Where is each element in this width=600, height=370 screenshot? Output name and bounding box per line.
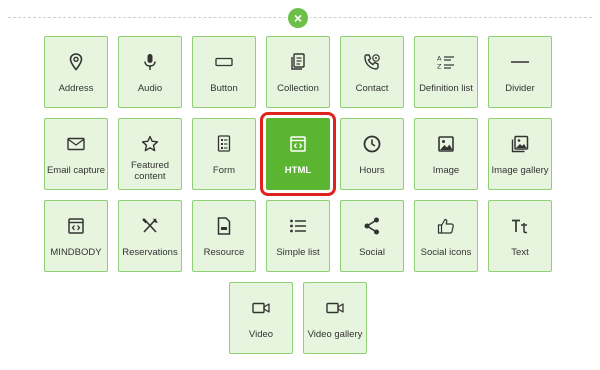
definition-list-icon: AZ (437, 51, 455, 73)
thumbs-up-icon (437, 215, 455, 237)
image-icon (438, 133, 454, 155)
tile-label: Email capture (46, 165, 106, 176)
fork-knife-icon (141, 215, 159, 237)
form-icon (217, 133, 231, 155)
tile-label: Button (210, 83, 238, 94)
tile-html[interactable]: HTML (260, 112, 336, 196)
tile-image-gallery[interactable]: Image gallery (488, 118, 552, 190)
clock-icon (363, 133, 381, 155)
tile-form[interactable]: Form (192, 118, 256, 190)
svg-text:Z: Z (437, 63, 442, 71)
tile-label: Image (432, 165, 460, 176)
tile-label: Video gallery (307, 329, 363, 340)
envelope-icon (67, 133, 85, 155)
tile-label: Reservations (122, 247, 178, 258)
tile-label: Form (212, 165, 236, 176)
tile-featured-content[interactable]: Featured content (118, 118, 182, 190)
tile-label: Social (359, 247, 385, 258)
tile-mindbody[interactable]: MINDBODY (44, 200, 108, 272)
tile-divider[interactable]: Divider (488, 36, 552, 108)
tile-label: Address (58, 83, 94, 94)
svg-text:A: A (437, 55, 442, 63)
tile-resource[interactable]: Resource (192, 200, 256, 272)
share-icon (364, 215, 380, 237)
tile-contact[interactable]: Contact (340, 36, 404, 108)
tile-audio[interactable]: Audio (118, 36, 182, 108)
phone-contact-icon (363, 51, 381, 73)
bulleted-list-icon (289, 215, 307, 237)
tile-label: Featured content (130, 160, 170, 182)
element-picker-grid: Address Audio Button Collection Contact … (0, 0, 600, 370)
tile-label: Hours (359, 165, 385, 176)
button-icon (215, 51, 233, 73)
tile-label: Video (248, 329, 274, 340)
tile-hours[interactable]: Hours (340, 118, 404, 190)
map-pin-icon (69, 51, 83, 73)
tile-text[interactable]: Text (488, 200, 552, 272)
tile-reservations[interactable]: Reservations (118, 200, 182, 272)
code-window-icon (68, 215, 84, 237)
image-gallery-icon (511, 133, 529, 155)
tile-label: Definition list (419, 83, 473, 94)
tile-label: Audio (137, 83, 163, 94)
tile-collection[interactable]: Collection (266, 36, 330, 108)
tile-label: Simple list (276, 247, 320, 258)
tile-label: Contact (355, 83, 389, 94)
document-icon (217, 215, 231, 237)
tile-label: Divider (505, 83, 535, 94)
tile-label: Resource (203, 247, 245, 258)
tile-email-capture[interactable]: Email capture (44, 118, 108, 190)
tile-video[interactable]: Video (229, 282, 293, 354)
tile-simple-list[interactable]: Simple list (266, 200, 330, 272)
tile-label: Social icons (420, 247, 472, 258)
tile-label: Collection (277, 83, 319, 94)
star-icon (141, 133, 159, 155)
code-window-icon (290, 133, 306, 155)
video-camera-icon (326, 297, 344, 319)
tile-video-gallery[interactable]: Video gallery (303, 282, 367, 354)
tile-label: Image gallery (491, 165, 549, 176)
collection-icon (290, 51, 306, 73)
tile-label: HTML (284, 165, 312, 176)
divider-icon (510, 51, 530, 73)
tile-label: MINDBODY (50, 247, 102, 258)
text-icon (511, 215, 529, 237)
tile-definition-list[interactable]: AZ Definition list (414, 36, 478, 108)
tile-image[interactable]: Image (414, 118, 478, 190)
tile-button[interactable]: Button (192, 36, 256, 108)
tile-social-icons[interactable]: Social icons (414, 200, 478, 272)
microphone-icon (143, 51, 157, 73)
tile-address[interactable]: Address (44, 36, 108, 108)
tile-social[interactable]: Social (340, 200, 404, 272)
tile-label: Text (511, 247, 529, 258)
video-camera-icon (252, 297, 270, 319)
